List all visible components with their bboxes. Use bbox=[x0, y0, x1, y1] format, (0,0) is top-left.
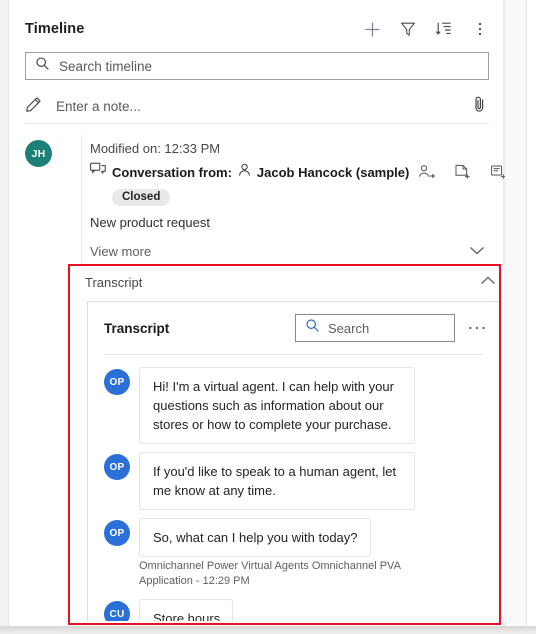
search-timeline-field[interactable]: Search timeline bbox=[25, 52, 489, 80]
paperclip-icon[interactable] bbox=[472, 95, 487, 118]
view-more-label: View more bbox=[90, 243, 152, 259]
transcript-section: Transcript Transcript Search OP Hi! I'm … bbox=[79, 266, 508, 621]
transcript-section-label: Transcript bbox=[85, 274, 143, 290]
transcript-card-title: Transcript bbox=[104, 320, 170, 336]
conversation-icon bbox=[90, 162, 106, 182]
timeline-header: Timeline bbox=[9, 12, 505, 46]
enter-note-row[interactable]: Enter a note... bbox=[25, 90, 489, 124]
status-badge: Closed bbox=[112, 189, 171, 206]
timeline-entry: JH Modified on: 12:33 PM Conversation fr… bbox=[25, 135, 536, 264]
message-bubble: Hi! I'm a virtual agent. I can help with… bbox=[139, 367, 415, 444]
message-bubble: If you'd like to speak to a human agent,… bbox=[139, 452, 415, 510]
modified-on-label: Modified on: 12:33 PM bbox=[90, 141, 221, 156]
avatar: OP bbox=[104, 520, 130, 546]
search-icon bbox=[305, 318, 320, 338]
panel-scrollbar-track[interactable] bbox=[505, 0, 527, 634]
more-vertical-icon[interactable] bbox=[469, 18, 491, 40]
chevron-up-icon[interactable] bbox=[478, 274, 498, 291]
timeline-entry-body: Modified on: 12:33 PM Conversation from: bbox=[81, 135, 536, 264]
message-metadata: Omnichannel Power Virtual Agents Omnicha… bbox=[139, 560, 401, 587]
status-badge-wrap: Closed bbox=[90, 183, 495, 208]
avatar: JH bbox=[25, 140, 52, 167]
transcript-messages: OP Hi! I'm a virtual agent. I can help w… bbox=[88, 355, 499, 621]
bottom-edge-shadow bbox=[0, 626, 536, 634]
timeline-header-actions bbox=[361, 18, 491, 40]
search-icon bbox=[35, 56, 50, 76]
message-row: OP So, what can I help you with today? bbox=[104, 518, 483, 557]
sort-descending-icon[interactable] bbox=[433, 18, 455, 40]
assign-icon[interactable] bbox=[415, 161, 437, 183]
message-row: OP Hi! I'm a virtual agent. I can help w… bbox=[104, 367, 483, 444]
transcript-section-header[interactable]: Transcript bbox=[79, 266, 508, 298]
add-record-button[interactable] bbox=[361, 18, 383, 40]
message-row: OP If you'd like to speak to a human age… bbox=[104, 452, 483, 510]
entry-subject: New product request bbox=[90, 215, 210, 230]
transcript-search-input[interactable]: Search bbox=[328, 321, 369, 336]
timeline-panel-screenshot: Timeline Search timeline Enter a note...… bbox=[0, 0, 536, 634]
filter-icon[interactable] bbox=[397, 18, 419, 40]
view-more-button[interactable]: View more bbox=[90, 238, 495, 264]
more-horizontal-icon[interactable] bbox=[467, 319, 487, 337]
chevron-down-icon[interactable] bbox=[467, 243, 487, 260]
page-title: Timeline bbox=[25, 21, 85, 37]
conversation-person-name[interactable]: Jacob Hancock (sample) bbox=[257, 165, 409, 180]
avatar: OP bbox=[104, 369, 130, 395]
transcript-search-field[interactable]: Search bbox=[295, 314, 455, 342]
message-row: CU Store hours bbox=[104, 599, 483, 621]
conversation-from-label: Conversation from: bbox=[112, 164, 232, 180]
message-bubble: Store hours bbox=[139, 599, 234, 621]
message-bubble: So, what can I help you with today? bbox=[139, 518, 371, 557]
avatar: CU bbox=[104, 601, 130, 621]
conversation-header-row: Conversation from: Jacob Hancock (sample… bbox=[90, 161, 536, 183]
note-input[interactable]: Enter a note... bbox=[56, 99, 141, 114]
transcript-card: Transcript Search OP Hi! I'm a virtual a… bbox=[87, 301, 500, 621]
timeline-panel: Timeline Search timeline Enter a note...… bbox=[8, 0, 536, 634]
search-input[interactable]: Search timeline bbox=[59, 59, 152, 74]
transcript-card-header: Transcript Search bbox=[88, 302, 499, 354]
pencil-icon bbox=[25, 96, 42, 118]
person-icon bbox=[238, 163, 251, 182]
convert-to-case-icon[interactable] bbox=[451, 161, 473, 183]
avatar: OP bbox=[104, 454, 130, 480]
page-background-right bbox=[527, 0, 536, 634]
